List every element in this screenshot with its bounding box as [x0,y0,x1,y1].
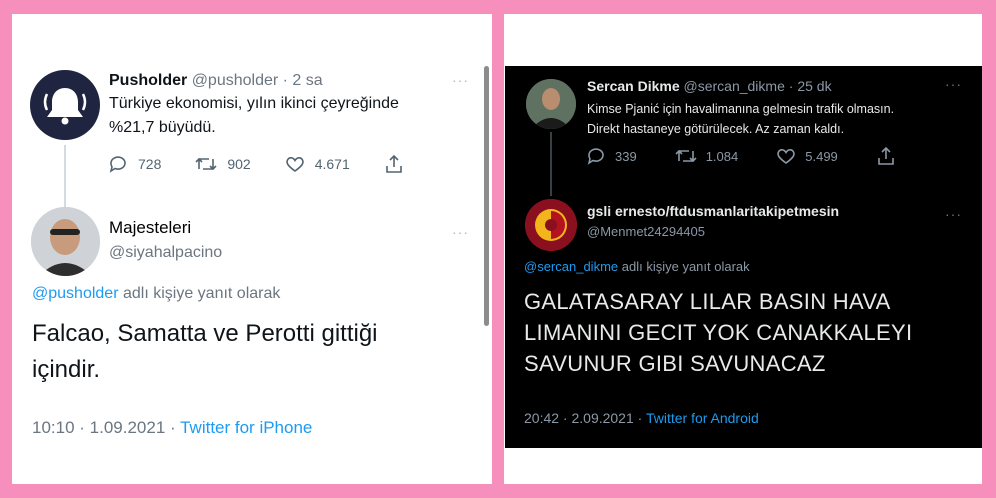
tweet-text: Türkiye ekonomisi, yılın ikinci çeyreğin… [109,95,399,143]
tweet-actions: 728 902 4.671 [108,154,404,174]
author-name[interactable]: Pusholder [109,72,187,89]
replying-text: adlı kişiye yanıt olarak [621,259,750,274]
share-button[interactable] [876,146,896,166]
reply-button[interactable]: 728 [108,154,161,174]
like-button[interactable]: 5.499 [776,146,838,166]
replying-to: @pusholder adlı kişiye yanıt olarak [32,285,280,303]
replying-to: @sercan_dikme adlı kişiye yanıt olarak [524,259,750,274]
right-tweet-card: Sercan Dikme @sercan_dikme · 25 dk ··· K… [504,14,982,484]
tweet-text-line: Türkiye ekonomisi, yılın ikinci çeyreğin… [109,95,399,112]
tweet-text: Kimse Pjanić için havalimanına gelmesin … [587,99,894,139]
tweet-text-line: %21,7 büyüdü. [109,119,216,136]
reply-author-handle[interactable]: @siyahalpacino [109,244,222,262]
tweet-header: Pusholder @pusholder · 2 sa [109,72,323,90]
bell-icon [43,88,87,125]
scrollbar[interactable] [484,66,489,326]
replying-mention[interactable]: @sercan_dikme [524,259,618,274]
retweet-count: 1.084 [705,148,739,164]
like-count: 5.499 [805,148,838,164]
share-icon [385,154,402,173]
reply-text-line: SAVUNUR GIBI SAVUNACAZ [524,351,826,376]
reply-text-line: GALATASARAY LILAR BASIN HAVA [524,289,891,314]
reply-text: GALATASARAY LILAR BASIN HAVA LIMANINI GE… [524,286,912,379]
tweet-time[interactable]: · 25 dk [789,78,832,94]
reply-count: 339 [615,148,637,164]
galatasaray-avatar[interactable] [525,199,577,251]
replying-mention[interactable]: @pusholder [32,285,119,302]
tweet-text-line: Direkt hastaneye götürülecek. Az zaman k… [587,122,845,136]
tweet-actions: 339 1.084 5.499 [586,146,896,166]
reply-author-name-text: gsli ernesto/ftdusmanlaritakipetmesin [587,203,840,219]
more-icon[interactable]: ··· [452,72,469,88]
reply-author-name[interactable]: gsli ernesto/ftdusmanlaritakipetmesin [587,203,839,219]
retweet-button[interactable]: 902 [195,154,251,174]
thread-line [550,132,552,196]
left-tweet-card: Pusholder @pusholder · 2 sa ··· Türkiye … [12,14,492,484]
dark-tweet-area: Sercan Dikme @sercan_dikme · 25 dk ··· K… [505,66,982,448]
like-icon [777,149,795,164]
reply-icon [587,148,604,165]
reply-meta: 10:10 · 1.09.2021 · Twitter for iPhone [32,418,312,438]
reply-meta: 20:42 · 2.09.2021 · Twitter for Android [524,410,759,426]
thread-line [64,145,66,207]
reply-text: Falcao, Samatta ve Perotti gittiği içind… [32,316,378,388]
retweet-icon [195,157,217,171]
reply-text-line: Falcao, Samatta ve Perotti gittiği [32,320,378,347]
reply-icon [109,156,126,173]
tweet-time[interactable]: · 2 sa [283,72,323,89]
sercan-avatar[interactable] [526,79,576,129]
retweet-icon [675,149,697,163]
author-handle[interactable]: @sercan_dikme [684,78,785,94]
more-icon[interactable]: ··· [452,224,469,240]
reply-time[interactable]: 10:10 · 1.09.2021 · [32,418,176,437]
like-count: 4.671 [314,156,350,172]
like-button[interactable]: 4.671 [285,154,350,174]
person-photo [526,79,576,129]
like-icon [285,157,304,172]
tweet-text-line: Kimse Pjanić için havalimanına gelmesin … [587,102,895,116]
reply-text-line: içindir. [32,356,101,383]
share-icon [877,146,894,165]
majesteleri-avatar[interactable] [31,207,100,276]
retweet-button[interactable]: 1.084 [675,146,739,166]
reply-source[interactable]: Twitter for Android [646,410,759,426]
retweet-count: 902 [227,156,251,172]
author-handle[interactable]: @pusholder [192,72,279,89]
person-photo [31,207,100,276]
author-name[interactable]: Sercan Dikme [587,78,680,94]
reply-author-name[interactable]: Majesteleri [109,218,191,238]
tweet-header: Sercan Dikme @sercan_dikme · 25 dk [587,78,832,94]
pusholder-avatar[interactable] [30,70,100,140]
share-button[interactable] [384,154,404,174]
replying-text: adlı kişiye yanıt olarak [122,285,281,302]
reply-count: 728 [138,156,162,172]
reply-button[interactable]: 339 [586,146,637,166]
club-logo [525,199,577,251]
more-icon[interactable]: ··· [945,76,962,92]
more-icon[interactable]: ··· [945,206,962,222]
reply-source[interactable]: Twitter for iPhone [180,418,312,437]
reply-time[interactable]: 20:42 · 2.09.2021 · [524,410,642,426]
reply-text-line: LIMANINI GECIT YOK CANAKKALEYI [524,320,913,345]
reply-author-handle[interactable]: @Menmet24294405 [587,224,705,239]
